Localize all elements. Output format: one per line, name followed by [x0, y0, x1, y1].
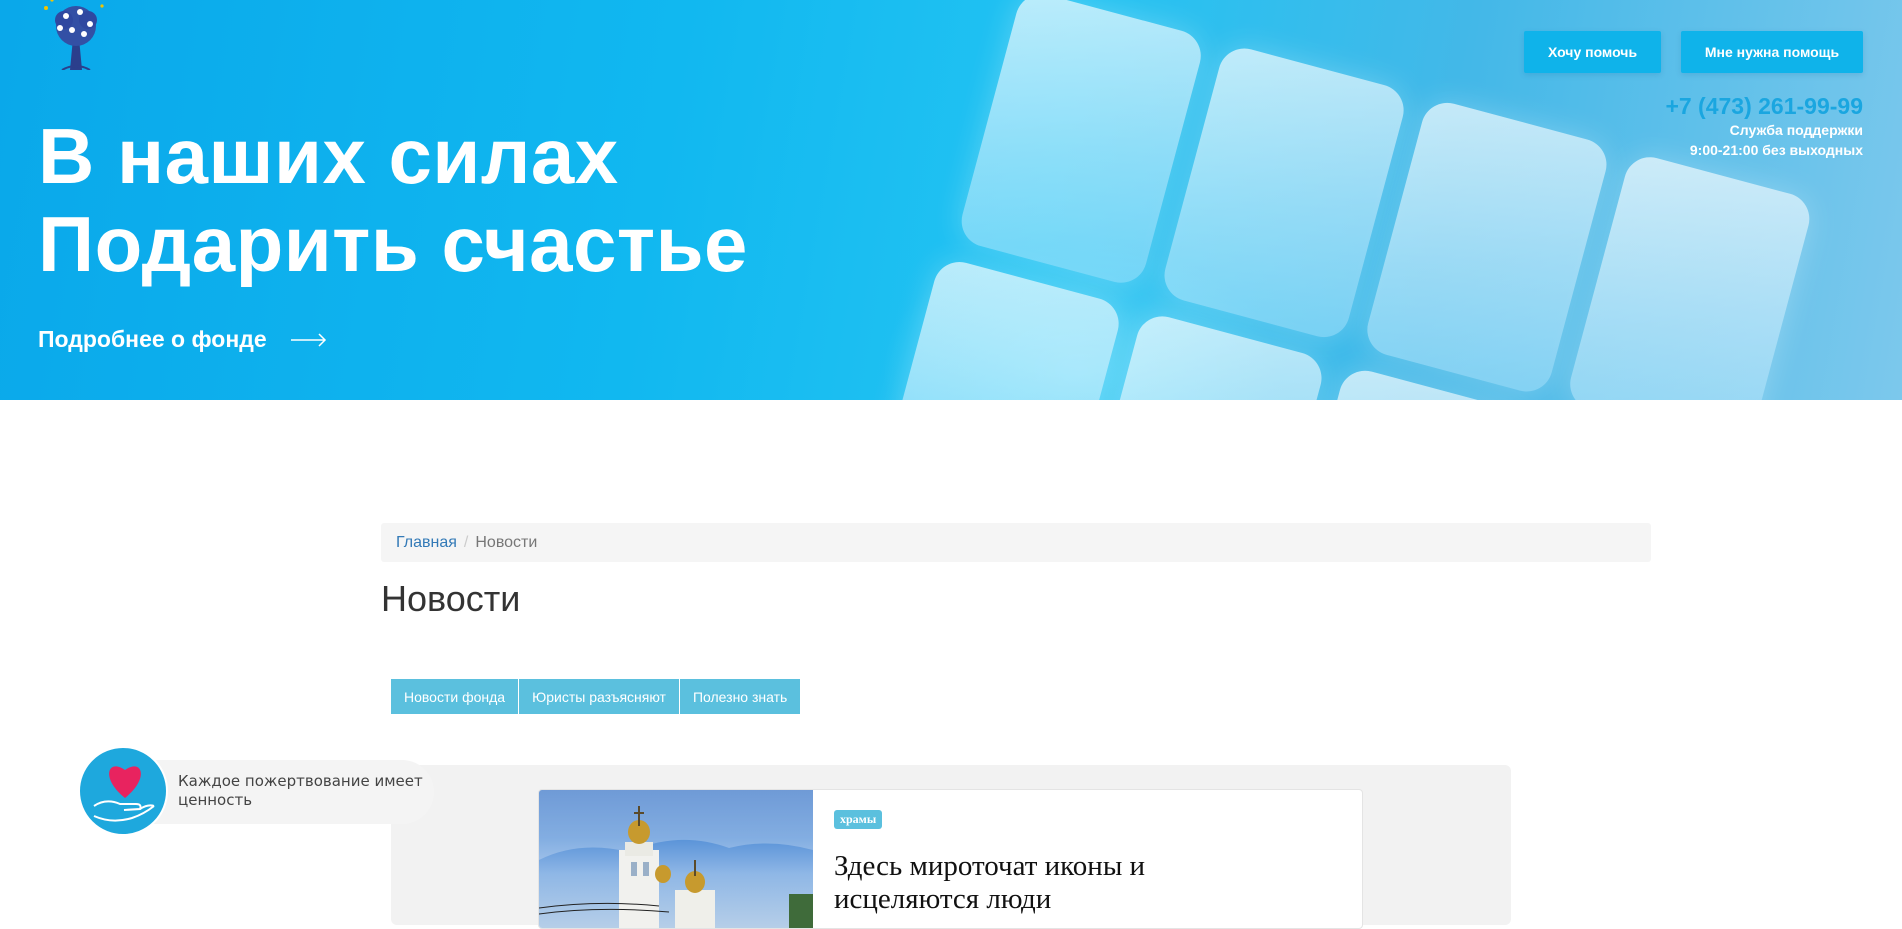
about-foundation-link[interactable]: Подробнее о фонде — [38, 326, 327, 353]
breadcrumb-current: Новости — [475, 533, 538, 551]
about-foundation-label: Подробнее о фонде — [38, 326, 267, 352]
heart-hand-icon — [93, 766, 155, 822]
need-help-button[interactable]: Мне нужна помощь — [1681, 31, 1863, 73]
phone-link[interactable]: +7 (473) 261-99-99 — [1665, 92, 1863, 120]
hero-title: В наших силах Подарить счастье — [38, 112, 748, 288]
page-title: Новости — [381, 578, 521, 619]
news-photo — [539, 790, 813, 928]
news-category-tabs: Новости фонда Юристы разъясняют Полезно … — [391, 679, 801, 714]
contact-block: +7 (473) 261-99-99 Служба поддержки 9:00… — [1665, 92, 1863, 160]
donation-text: Каждое пожертвование имеет ценность — [178, 772, 423, 809]
support-label: Служба поддержки — [1729, 122, 1863, 138]
support-hours: 9:00-21:00 без выходных — [1689, 142, 1863, 158]
breadcrumb: Главная / Новости — [381, 523, 1651, 562]
hero-title-line-2: Подарить счастье — [38, 200, 748, 288]
hero-banner: В наших силах Подарить счастье Подробнее… — [0, 0, 1902, 400]
news-card[interactable]: храмы Здесь мироточат иконы и исцеляются… — [538, 789, 1363, 929]
tab-lawyers-explain[interactable]: Юристы разъясняют — [519, 679, 680, 714]
donation-circle[interactable] — [78, 746, 168, 836]
arrow-right-icon — [290, 332, 326, 347]
tab-foundation-news[interactable]: Новости фонда — [391, 679, 520, 714]
want-to-help-button[interactable]: Хочу помочь — [1524, 31, 1661, 73]
breadcrumb-home-link[interactable]: Главная — [396, 534, 457, 552]
news-tag[interactable]: храмы — [834, 810, 883, 829]
hero-title-line-1: В наших силах — [38, 112, 619, 200]
tab-useful-to-know[interactable]: Полезно знать — [679, 679, 801, 714]
header-actions: Хочу помочь Мне нужна помощь — [0, 31, 1902, 73]
news-title[interactable]: Здесь мироточат иконы и исцеляются люди — [834, 850, 1254, 916]
breadcrumb-separator: / — [463, 533, 469, 551]
